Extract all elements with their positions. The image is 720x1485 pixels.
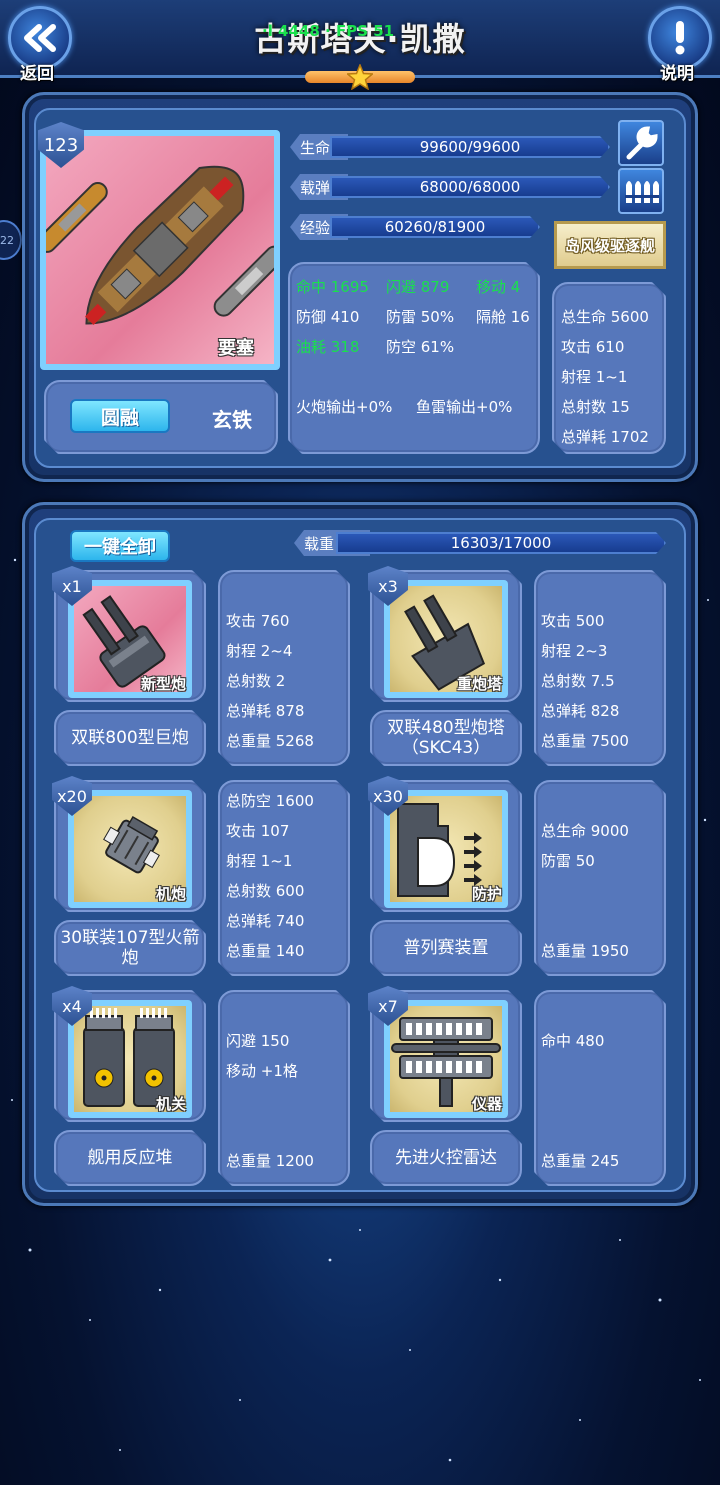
equip-stat: 总生命 9000 bbox=[541, 822, 629, 840]
equip-weight: 总重量 5268 bbox=[226, 732, 314, 750]
equip-count: x1 bbox=[62, 576, 82, 596]
ship-level: 123 bbox=[43, 134, 79, 156]
equip-stat: 总弹耗 878 bbox=[226, 702, 305, 720]
equip-tag: 机炮 bbox=[155, 885, 186, 903]
stat-bulkhead: 隔舱 16 bbox=[476, 308, 530, 326]
equip-stat: 攻击 760 bbox=[226, 612, 290, 630]
equip-image[interactable]: 防护 bbox=[384, 790, 508, 908]
equip-tag: 防护 bbox=[471, 885, 502, 903]
star-icon bbox=[347, 64, 373, 90]
stat-torpedo-output: 鱼雷输出+0% bbox=[416, 398, 513, 416]
total-shots: 总射数 15 bbox=[561, 398, 630, 416]
side-page-badge[interactable]: 22 bbox=[0, 220, 22, 260]
equip-stat: 总弹耗 740 bbox=[226, 912, 305, 930]
equip-weight: 总重量 1200 bbox=[226, 1152, 314, 1170]
fps-overlay: ·l 4448 · FPS 51 bbox=[262, 22, 395, 40]
equip-name: 普列赛装置 bbox=[403, 938, 489, 958]
equip-tag: 仪器 bbox=[471, 1095, 502, 1113]
double-chevron-left-icon bbox=[24, 24, 56, 52]
equip-image[interactable]: 重炮塔 bbox=[384, 580, 508, 698]
back-label: 返回 bbox=[20, 64, 54, 84]
star-rating bbox=[305, 64, 415, 90]
equip-weight: 总重量 245 bbox=[541, 1152, 620, 1170]
equip-tag: 重炮塔 bbox=[456, 675, 502, 693]
equip-stat: 总射数 2 bbox=[226, 672, 286, 690]
mode-active-button[interactable]: 圆融 bbox=[70, 399, 170, 433]
equip-stat: 射程 1~1 bbox=[226, 852, 293, 870]
equip-stat: 总弹耗 828 bbox=[541, 702, 620, 720]
stat-move: 移动 4 bbox=[476, 278, 521, 296]
equip-stat: 总防空 1600 bbox=[226, 792, 314, 810]
equip-tag: 机关 bbox=[155, 1095, 186, 1113]
reload-button[interactable] bbox=[618, 168, 664, 214]
stat-aa: 防空 61% bbox=[386, 338, 455, 356]
equip-stat: 命中 480 bbox=[541, 1032, 605, 1050]
equip-name: 舰用反应堆 bbox=[87, 1148, 173, 1168]
repair-button[interactable] bbox=[618, 120, 664, 166]
ship-type-tag: 要塞 bbox=[218, 338, 254, 359]
equip-stat: 攻击 107 bbox=[226, 822, 290, 840]
exp-bar: 60260/81900 bbox=[330, 216, 540, 238]
equip-count: x7 bbox=[378, 996, 398, 1016]
equip-stat: 射程 2~3 bbox=[541, 642, 608, 660]
equip-image[interactable]: 机关 bbox=[68, 1000, 192, 1118]
equip-name: 先进火控雷达 bbox=[395, 1148, 497, 1168]
equip-stat: 防雷 50 bbox=[541, 852, 595, 870]
ammo-icon bbox=[625, 181, 659, 203]
stat-hit: 命中 1695 bbox=[296, 278, 369, 296]
unload-all-button[interactable]: 一键全卸 bbox=[70, 530, 170, 562]
equip-stat: 总射数 600 bbox=[226, 882, 305, 900]
weight-bar: 16303/17000 bbox=[336, 532, 666, 554]
exclamation-icon bbox=[675, 21, 685, 55]
equip-count: x20 bbox=[57, 786, 87, 806]
ship-class-badge[interactable]: 岛风级驱逐舰 bbox=[554, 221, 666, 269]
battleship-sprite bbox=[46, 165, 274, 325]
equip-name: 双联480型炮塔（SKC43） bbox=[387, 718, 505, 758]
equip-stat: 攻击 500 bbox=[541, 612, 605, 630]
stat-gun-output: 火炮输出+0% bbox=[296, 398, 393, 416]
total-range: 射程 1~1 bbox=[561, 368, 628, 386]
wrench-icon bbox=[626, 126, 658, 160]
total-attack: 攻击 610 bbox=[561, 338, 625, 356]
equip-stat: 移动 +1格 bbox=[226, 1062, 298, 1080]
equip-image[interactable]: 仪器 bbox=[384, 1000, 508, 1118]
equip-name: 双联800型巨炮 bbox=[71, 728, 189, 748]
ship-portrait[interactable]: 要塞 bbox=[40, 130, 280, 370]
equip-image[interactable]: 新型炮 bbox=[68, 580, 192, 698]
equip-weight: 总重量 7500 bbox=[541, 732, 629, 750]
equip-count: x4 bbox=[62, 996, 82, 1016]
equip-count: x30 bbox=[373, 786, 403, 806]
side-badge-number: 22 bbox=[0, 233, 14, 247]
equip-name: 30联装107型火箭炮 bbox=[60, 928, 200, 968]
mode-other-label[interactable]: 玄铁 bbox=[212, 404, 252, 433]
stat-fuel: 油耗 318 bbox=[296, 338, 360, 356]
equip-count: x3 bbox=[378, 576, 398, 596]
equip-stat: 闪避 150 bbox=[226, 1032, 290, 1050]
equip-weight: 总重量 140 bbox=[226, 942, 305, 960]
equip-image[interactable]: 机炮 bbox=[68, 790, 192, 908]
stat-evade: 闪避 879 bbox=[386, 278, 450, 296]
stat-torpedo-def: 防雷 50% bbox=[386, 308, 455, 326]
stat-defense: 防御 410 bbox=[296, 308, 360, 326]
equip-weight: 总重量 1950 bbox=[541, 942, 629, 960]
total-ammo-use: 总弹耗 1702 bbox=[561, 428, 649, 446]
help-label: 说明 bbox=[660, 64, 694, 84]
equip-stat: 总射数 7.5 bbox=[541, 672, 615, 690]
total-hp: 总生命 5600 bbox=[561, 308, 649, 326]
hp-bar: 99600/99600 bbox=[330, 136, 610, 158]
equip-tag: 新型炮 bbox=[140, 675, 186, 693]
equip-stat: 射程 2~4 bbox=[226, 642, 293, 660]
ammo-bar: 68000/68000 bbox=[330, 176, 610, 198]
